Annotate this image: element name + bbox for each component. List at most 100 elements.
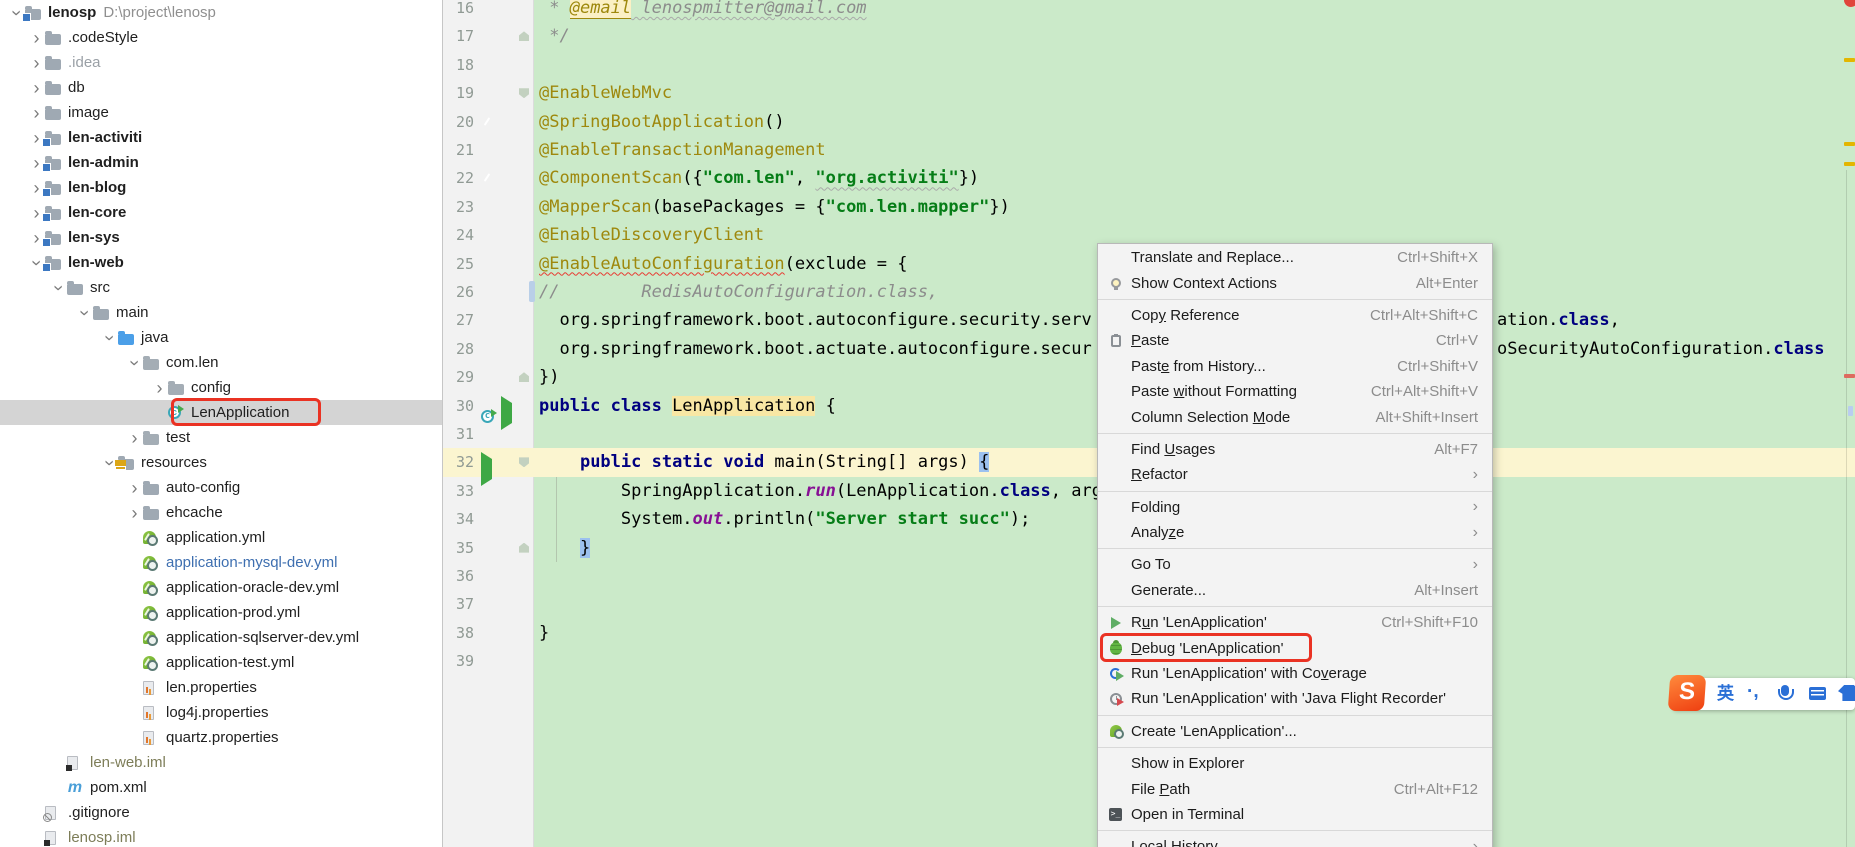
menu-item-file-path[interactable]: File Path Ctrl+Alt+F12 <box>1098 776 1492 801</box>
tree-item-ehcache[interactable]: ehcache <box>0 500 442 525</box>
tree-expand-arrow-icon[interactable] <box>50 278 67 298</box>
tree-expand-arrow-icon[interactable] <box>101 453 118 473</box>
tree-item-image[interactable]: image <box>0 100 442 125</box>
tree-expand-arrow-icon[interactable] <box>76 303 93 323</box>
ime-skin-icon[interactable] <box>1838 685 1855 701</box>
menu-item-show-in-explorer[interactable]: Show in Explorer <box>1098 751 1492 776</box>
tree-expand-arrow-icon[interactable] <box>28 78 45 98</box>
menu-item-analyze[interactable]: Analyze › <box>1098 520 1492 545</box>
menu-item-paste-from-history[interactable]: Paste from History... Ctrl+Shift+V <box>1098 354 1492 379</box>
menu-item-run-lenapplication[interactable]: Run 'LenApplication' Ctrl+Shift+F10 <box>1098 610 1492 635</box>
tree-item-quartz.properties[interactable]: quartz.properties <box>0 725 442 750</box>
tree-item-lenosp.iml[interactable]: lenosp.iml <box>0 825 442 847</box>
tree-item-log4j.properties[interactable]: log4j.properties <box>0 700 442 725</box>
tree-item-content: db <box>45 78 85 98</box>
menu-item-go-to[interactable]: Go To › <box>1098 552 1492 577</box>
tree-item-com.len[interactable]: com.len <box>0 350 442 375</box>
tree-item-application-sqlserver-dev.yml[interactable]: application-sqlserver-dev.yml <box>0 625 442 650</box>
tree-expand-arrow-icon[interactable] <box>126 353 143 373</box>
code-text: public class LenApplication { <box>539 395 836 416</box>
code-line-22[interactable]: 22 @ComponentScan({"com.len", "org.activi… <box>443 164 1855 192</box>
tree-item-application-mysql-dev.yml[interactable]: application-mysql-dev.yml <box>0 550 442 575</box>
tree-item-resources[interactable]: resources <box>0 450 442 475</box>
tree-item-len-web.iml[interactable]: len-web.iml <box>0 750 442 775</box>
stripe-mark-yellow[interactable] <box>1844 142 1855 146</box>
tree-item-lenosp[interactable]: lenosp D:\project\lenosp <box>0 0 442 25</box>
tree-expand-arrow-icon[interactable] <box>126 503 143 523</box>
menu-item-paste[interactable]: Paste Ctrl+V <box>1098 328 1492 353</box>
menu-item-folding[interactable]: Folding › <box>1098 495 1492 520</box>
stripe-mark-yellow[interactable] <box>1844 58 1855 62</box>
fold-marker-icon[interactable] <box>519 457 529 468</box>
menu-item-show-context-actions[interactable]: Show Context Actions Alt+Enter <box>1098 270 1492 295</box>
tree-item-application.yml[interactable]: application.yml <box>0 525 442 550</box>
tree-item-LenApplication[interactable]: LenApplication <box>0 400 442 425</box>
ime-punctuation-toggle[interactable]: ·, <box>1747 681 1759 703</box>
tree-item-len-blog[interactable]: len-blog <box>0 175 442 200</box>
stripe-mark-yellow[interactable] <box>1844 162 1855 166</box>
menu-item-column-selection-mode[interactable]: Column Selection Mode Alt+Shift+Insert <box>1098 404 1492 429</box>
menu-item-paste-without-formatting[interactable]: Paste without Formatting Ctrl+Alt+Shift+V <box>1098 379 1492 404</box>
fold-marker-icon[interactable] <box>519 88 529 99</box>
tree-expand-arrow-icon[interactable] <box>101 328 118 348</box>
menu-item-copy-reference[interactable]: Copy Reference Ctrl+Alt+Shift+C <box>1098 303 1492 328</box>
tree-item-pom.xml[interactable]: pom.xml <box>0 775 442 800</box>
tree-item-auto-config[interactable]: auto-config <box>0 475 442 500</box>
tree-item-application-test.yml[interactable]: application-test.yml <box>0 650 442 675</box>
stripe-mark-blue[interactable] <box>1848 406 1853 416</box>
tree-expand-arrow-icon[interactable] <box>126 478 143 498</box>
menu-item-open-in-terminal[interactable]: Open in Terminal <box>1098 802 1492 827</box>
tree-item-len-sys[interactable]: len-sys <box>0 225 442 250</box>
menu-item-generate[interactable]: Generate... Alt+Insert <box>1098 578 1492 603</box>
tree-item-main[interactable]: main <box>0 300 442 325</box>
code-line-16[interactable]: 16 * @email lenospmitter@gmail.com <box>443 0 1855 22</box>
code-line-23[interactable]: 23 @MapperScan(basePackages = {"com.len.m… <box>443 193 1855 221</box>
menu-item-run-lenapplication-with-coverage[interactable]: Run 'LenApplication' with Coverage <box>1098 661 1492 686</box>
menu-item-refactor[interactable]: Refactor › <box>1098 462 1492 487</box>
fold-marker-icon[interactable] <box>519 31 529 42</box>
tree-item-.codeStyle[interactable]: .codeStyle <box>0 25 442 50</box>
stripe-mark-red[interactable] <box>1844 374 1855 378</box>
menu-item-create-lenapplication[interactable]: Create 'LenApplication'... <box>1098 719 1492 744</box>
tree-item-len-activiti[interactable]: len-activiti <box>0 125 442 150</box>
code-line-21[interactable]: 21 @EnableTransactionManagement <box>443 136 1855 164</box>
coverage-icon <box>1106 668 1125 682</box>
code-line-17[interactable]: 17 */ <box>443 22 1855 50</box>
tree-expand-arrow-icon[interactable] <box>28 28 45 48</box>
tree-item-len-admin[interactable]: len-admin <box>0 150 442 175</box>
tree-item-application-prod.yml[interactable]: application-prod.yml <box>0 600 442 625</box>
tree-item-.gitignore[interactable]: .gitignore <box>0 800 442 825</box>
tree-item-spacer <box>126 578 143 598</box>
fold-marker-icon[interactable] <box>519 542 529 553</box>
menu-item-debug-lenapplication[interactable]: Debug 'LenApplication' <box>1098 633 1492 663</box>
tree-expand-arrow-icon[interactable] <box>126 428 143 448</box>
tree-item-application-oracle-dev.yml[interactable]: application-oracle-dev.yml <box>0 575 442 600</box>
tree-item-config[interactable]: config <box>0 375 442 400</box>
tree-item-src[interactable]: src <box>0 275 442 300</box>
tree-item-java[interactable]: java <box>0 325 442 350</box>
sogou-logo-icon[interactable]: S <box>1667 675 1707 711</box>
tree-item-len-core[interactable]: len-core <box>0 200 442 225</box>
code-text: public static void main(String[] args) { <box>579 452 990 473</box>
menu-item-local-history[interactable]: Local History › <box>1098 834 1492 847</box>
tree-expand-arrow-icon[interactable] <box>151 378 168 398</box>
tree-item-db[interactable]: db <box>0 75 442 100</box>
code-line-18[interactable]: 18 <box>443 51 1855 79</box>
tree-item-.idea[interactable]: .idea <box>0 50 442 75</box>
tree-item-test[interactable]: test <box>0 425 442 450</box>
fold-marker-icon[interactable] <box>519 372 529 383</box>
ime-language-toggle[interactable]: 英 <box>1717 684 1734 704</box>
code-line-20[interactable]: 20 @SpringBootApplication() <box>443 108 1855 136</box>
virtual-keyboard-icon[interactable] <box>1809 687 1826 700</box>
submenu-arrow-icon: › <box>1472 465 1478 483</box>
menu-item-find-usages[interactable]: Find Usages Alt+F7 <box>1098 437 1492 462</box>
tree-item-folder-icon <box>143 503 165 523</box>
code-line-19[interactable]: 19 @EnableWebMvc <box>443 79 1855 107</box>
tree-item-len.properties[interactable]: len.properties <box>0 675 442 700</box>
microphone-icon[interactable] <box>1778 685 1794 700</box>
tree-expand-arrow-icon[interactable] <box>28 53 45 73</box>
tree-expand-arrow-icon[interactable] <box>28 103 45 123</box>
tree-item-len-web[interactable]: len-web <box>0 250 442 275</box>
menu-item-run-lenapplication-with-java-flight-recorder[interactable]: Run 'LenApplication' with 'Java Flight R… <box>1098 686 1492 711</box>
menu-item-translate-and-replace[interactable]: Translate and Replace... Ctrl+Shift+X <box>1098 245 1492 270</box>
